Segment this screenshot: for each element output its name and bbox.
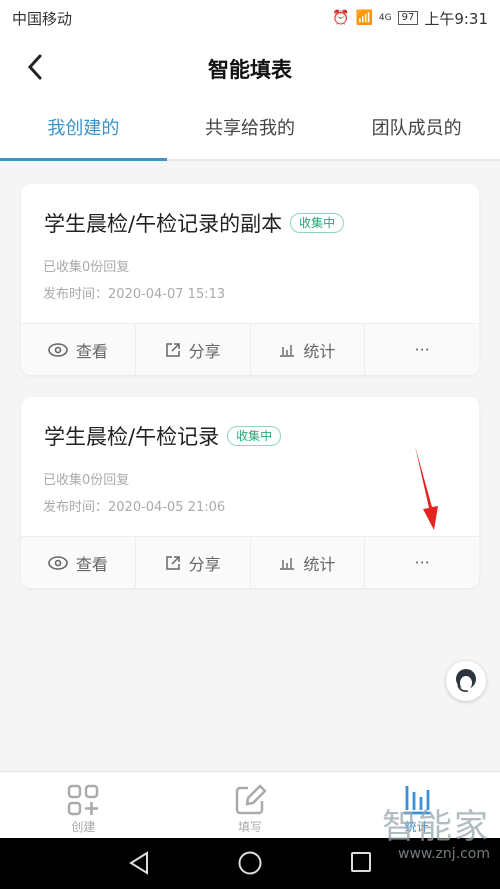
reply-count: 已收集0份回复: [43, 473, 130, 488]
tab-bar: 我创建的 共享给我的 团队成员的: [0, 100, 500, 161]
share-icon: [165, 342, 180, 357]
card-actions: 查看 分享 统计 ···: [21, 323, 479, 375]
nav-stats[interactable]: 统计: [333, 772, 500, 838]
back-triangle-icon[interactable]: [128, 851, 150, 875]
eye-icon: [48, 555, 68, 570]
bottom-nav: 创建 填写 统计: [0, 771, 500, 838]
network-type: 4G: [378, 13, 392, 23]
header: 智能填表: [0, 36, 500, 100]
eye-icon: [48, 342, 68, 357]
share-button[interactable]: 分享: [136, 537, 251, 588]
bar-chart-icon: [403, 786, 430, 815]
stats-button[interactable]: 统计: [251, 324, 366, 375]
tab-created-by-me[interactable]: 我创建的: [0, 100, 167, 161]
share-icon: [165, 555, 180, 570]
grid-plus-icon: [68, 784, 99, 816]
recents-square-icon[interactable]: [350, 851, 372, 873]
form-card[interactable]: 学生晨检/午检记录的副本 收集中 已收集0份回复 发布时间：2020-04-07 …: [21, 184, 479, 375]
view-button[interactable]: 查看: [21, 324, 136, 375]
status-badge: 收集中: [227, 426, 282, 446]
card-actions: 查看 分享 统计 ···: [21, 536, 479, 588]
home-circle-icon[interactable]: [238, 851, 262, 875]
stats-button[interactable]: 统计: [251, 537, 366, 588]
status-bar: 中国移动 ⏰ 📶 4G 97 上午9:31: [0, 0, 500, 36]
page-title: 智能填表: [208, 58, 292, 82]
tab-shared-with-me[interactable]: 共享给我的: [167, 100, 334, 159]
tab-team-members[interactable]: 团队成员的: [333, 100, 500, 159]
battery-indicator: 97: [397, 11, 419, 25]
view-button[interactable]: 查看: [21, 537, 136, 588]
form-card[interactable]: 学生晨检/午检记录 收集中 已收集0份回复 发布时间：2020-04-05 21:…: [21, 397, 479, 588]
more-icon: ···: [414, 553, 430, 572]
form-title: 学生晨检/午检记录的副本: [44, 212, 283, 236]
more-button[interactable]: ···: [365, 324, 479, 375]
nav-create[interactable]: 创建: [0, 772, 167, 838]
clock: 上午9:31: [424, 9, 488, 28]
more-icon: ···: [414, 340, 430, 359]
status-badge: 收集中: [290, 213, 345, 233]
reply-count: 已收集0份回复: [43, 260, 130, 275]
wifi-icon: 📶: [355, 10, 373, 26]
share-button[interactable]: 分享: [136, 324, 251, 375]
publish-time: 发布时间：2020-04-05 21:06: [43, 500, 226, 515]
form-title: 学生晨检/午检记录: [44, 425, 220, 449]
system-nav-bar: [0, 838, 500, 889]
annotation-arrow-icon: [415, 446, 438, 530]
headset-agent-icon: [456, 669, 476, 692]
carrier: 中国移动: [12, 9, 73, 28]
publish-time: 发布时间：2020-04-07 15:13: [43, 287, 226, 302]
bar-chart-icon: [280, 344, 295, 357]
customer-service-button[interactable]: [446, 661, 486, 701]
alarm-icon: ⏰: [332, 10, 350, 26]
edit-icon: [235, 784, 266, 815]
nav-fill[interactable]: 填写: [167, 772, 334, 838]
more-button[interactable]: ···: [365, 537, 479, 588]
bar-chart-icon: [280, 557, 295, 570]
